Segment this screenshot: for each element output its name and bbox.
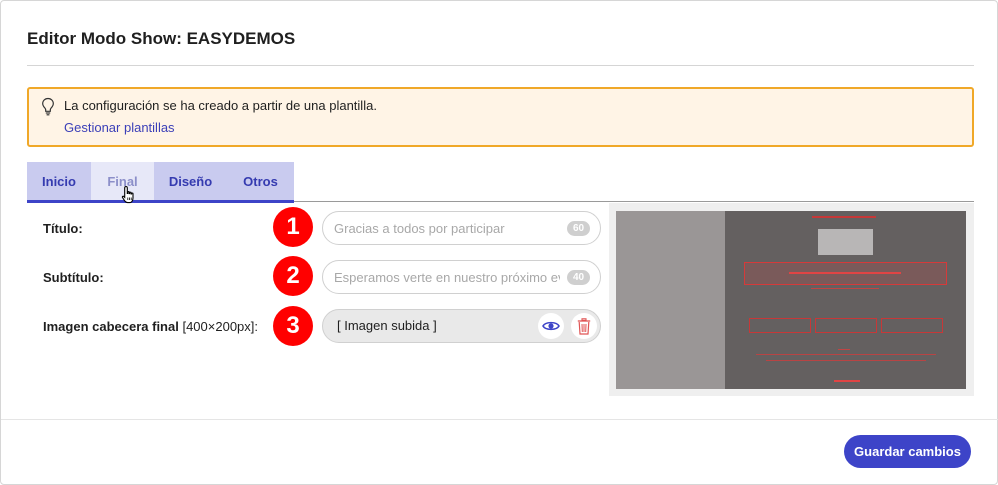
preview-button-2 xyxy=(815,318,877,333)
header-image-label: Imagen cabecera final [400×200px]: xyxy=(43,319,258,334)
alert-message: La configuración se ha creado a partir d… xyxy=(64,98,377,113)
preview-top-text xyxy=(812,216,876,218)
subtitle-label: Subtítulo: xyxy=(43,270,104,285)
subtitle-char-counter: 40 xyxy=(567,270,590,285)
header-image-size-hint: [400×200px]: xyxy=(182,319,259,334)
title-input[interactable] xyxy=(322,211,601,245)
delete-image-button[interactable] xyxy=(571,313,597,339)
header-image-label-text: Imagen cabecera final xyxy=(43,319,179,334)
step-badge-1: 1 xyxy=(273,207,313,247)
step-badge-3: 3 xyxy=(273,306,313,346)
title-char-counter: 60 xyxy=(567,221,590,236)
title-label: Título: xyxy=(43,221,83,236)
tab-diseno[interactable]: Diseño xyxy=(154,162,227,200)
eye-icon xyxy=(542,321,560,331)
preview-canvas xyxy=(616,211,966,389)
preview-button-1 xyxy=(749,318,811,333)
header-image-field: [ Imagen subida ] xyxy=(322,309,601,343)
trash-icon xyxy=(577,317,591,335)
hand-cursor-icon xyxy=(121,185,134,204)
footer-divider xyxy=(1,419,998,420)
modal-dialog: Editor Modo Show: EASYDEMOS La configura… xyxy=(0,0,998,485)
subtitle-input[interactable] xyxy=(322,260,601,294)
editor-tabs: Inicio Final Diseño Otros xyxy=(27,162,294,203)
preview-text-line-2 xyxy=(756,354,936,355)
preview-title-text xyxy=(789,272,901,274)
manage-templates-link[interactable]: Gestionar plantillas xyxy=(64,120,175,135)
modal-title: Editor Modo Show: EASYDEMOS xyxy=(27,29,296,48)
template-alert: La configuración se ha creado a partir d… xyxy=(27,87,974,147)
final-screen-preview xyxy=(609,203,974,396)
preview-sidebar xyxy=(616,211,725,389)
title-divider xyxy=(27,65,974,66)
tabs-divider xyxy=(294,201,974,202)
preview-bottom-line xyxy=(834,380,860,382)
tab-inicio[interactable]: Inicio xyxy=(27,162,91,200)
preview-text-line-3 xyxy=(766,360,926,361)
tab-otros[interactable]: Otros xyxy=(227,162,294,200)
preview-text-line-1 xyxy=(838,349,850,350)
view-image-button[interactable] xyxy=(538,313,564,339)
lightbulb-icon xyxy=(42,97,54,116)
save-changes-button[interactable]: Guardar cambios xyxy=(844,435,971,468)
preview-button-3 xyxy=(881,318,943,333)
preview-image-placeholder xyxy=(818,229,873,255)
step-badge-2: 2 xyxy=(273,256,313,296)
preview-subtitle-text xyxy=(811,288,879,289)
uploaded-image-text: [ Imagen subida ] xyxy=(337,318,437,333)
